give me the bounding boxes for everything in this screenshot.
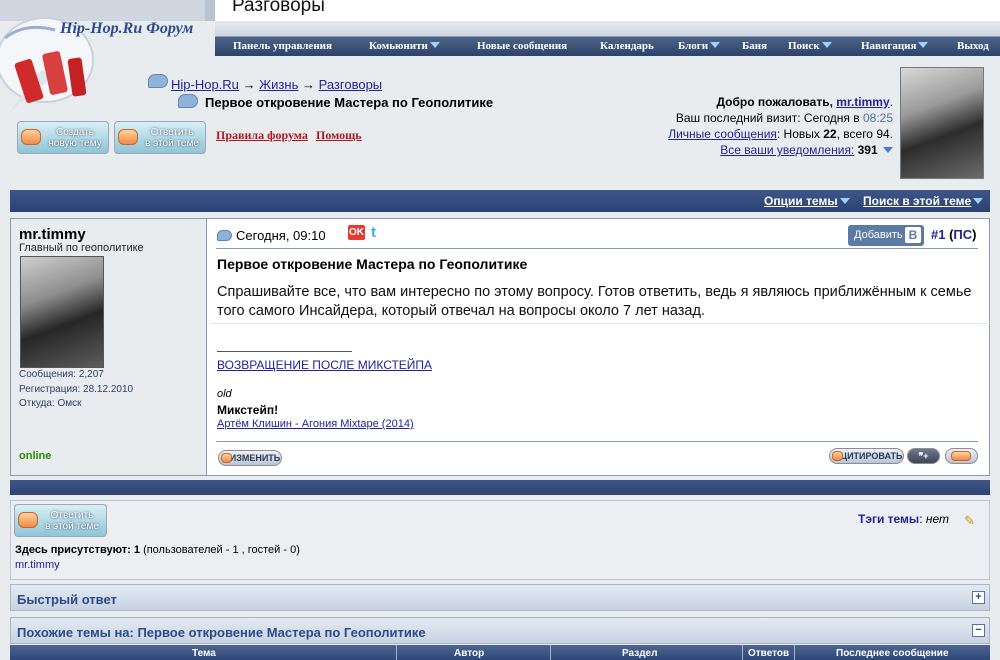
col-topic[interactable]: Тема (192, 648, 216, 659)
present-users: Здесь присутствуют: 1 (пользователей - 1… (15, 544, 300, 556)
chevron-down-icon (839, 198, 850, 204)
nav-navigation[interactable]: Навигация (861, 40, 929, 52)
edit-icon (221, 453, 232, 463)
notifications-link[interactable]: Все ваши уведомления: (720, 143, 854, 157)
post-heading: Первое откровение Мастера по Геополитике (217, 256, 528, 272)
post-author-title: Главный по геополитике (19, 242, 144, 254)
page-heading: Разговоры (232, 0, 325, 16)
thread-tags: Тэги темы: нет (858, 512, 949, 526)
chevron-down-icon[interactable] (883, 147, 893, 153)
expand-icon[interactable]: + (972, 591, 985, 604)
chevron-down-icon (821, 42, 832, 48)
reply-icon (18, 512, 38, 528)
divider (216, 441, 978, 442)
nav-blogs[interactable]: Блоги (678, 40, 721, 52)
breadcrumb: Hip-Hop.Ru → Жизнь → Разговоры (171, 77, 383, 92)
nav-logout[interactable]: Выход (957, 40, 989, 52)
quote-button[interactable]: ЦИТИРОВАТЬ (829, 448, 904, 464)
private-messages-link[interactable]: Личные сообщения (668, 127, 777, 141)
divider (210, 323, 990, 324)
nav-new-posts[interactable]: Новые сообщения (477, 40, 567, 52)
forum-rules-link[interactable]: Правила форума (216, 128, 308, 143)
col-author[interactable]: Автор (454, 648, 484, 659)
thread-icon (178, 94, 198, 108)
quick-reply-title: Быстрый ответ (17, 592, 117, 607)
new-topic-button[interactable]: Создать новую тему (17, 121, 109, 154)
present-user-link[interactable]: mr.timmy (15, 559, 60, 571)
vk-add-button[interactable]: Добавить B (848, 225, 924, 246)
post-author-avatar[interactable] (20, 256, 104, 368)
post-date: Сегодня, 09:10 (236, 228, 326, 243)
odnoklassniki-icon[interactable]: OK (348, 225, 365, 240)
chevron-down-icon (973, 198, 984, 204)
search-thread-link[interactable]: Поиск в этой теме (863, 194, 984, 208)
twitter-icon[interactable]: t (371, 224, 385, 241)
author-registered: Регистрация: 28.12.2010 (19, 384, 134, 395)
signature-link-comeback[interactable]: ВОЗВРАЩЕНИЕ ПОСЛЕ МИКСТЕЙПА (217, 358, 432, 372)
reply-button-bottom[interactable]: Ответить в этой теме (14, 504, 107, 537)
nav-calendar[interactable]: Календарь (600, 40, 654, 52)
navbar-upper (215, 21, 1000, 36)
welcome-username-link[interactable]: mr.timmy (836, 95, 889, 109)
quick-reply-section[interactable]: Быстрый ответ + (10, 584, 990, 611)
chevron-down-icon (429, 42, 440, 48)
welcome-box: Добро пожаловать, mr.timmy. Ваш последни… (668, 95, 893, 157)
thread-footer-panel (10, 500, 990, 580)
nav-banya[interactable]: Баня (742, 40, 767, 52)
breadcrumb-root[interactable]: Hip-Hop.Ru (171, 77, 239, 92)
nav-search[interactable]: Поиск (788, 40, 832, 52)
multi-quote-button[interactable]: ❞+ (907, 448, 940, 464)
forum-icon (148, 74, 168, 88)
post-permalink[interactable]: #1 (931, 227, 945, 242)
tags-link[interactable]: Тэги темы (858, 512, 919, 526)
collapse-icon[interactable]: − (972, 624, 985, 637)
post-body: Спрашивайте все, что вам интересно по эт… (217, 284, 972, 319)
edit-tags-icon[interactable]: ✎ (964, 513, 980, 528)
signature-old: old (217, 388, 232, 400)
nav-control-panel[interactable]: Панель управления (233, 40, 332, 52)
nav-community[interactable]: Комьюнити (369, 40, 440, 52)
help-link[interactable]: Помощь (316, 128, 362, 143)
post-icon (217, 230, 232, 241)
logo-text: Hip-Hop.Ru Форум (60, 20, 194, 37)
breadcrumb-talks[interactable]: Разговоры (319, 77, 383, 92)
chevron-down-icon (918, 42, 929, 48)
signature-mixtape: Микстейп! (217, 403, 279, 417)
thread-options-link[interactable]: Опции темы (764, 194, 850, 208)
reply-icon (118, 129, 138, 145)
signature-divider (217, 351, 352, 352)
online-status: online (19, 450, 52, 462)
post-bottom-bar (10, 480, 990, 495)
navbar: Панель управления Комьюнити Новые сообще… (215, 36, 1000, 56)
similar-threads-section[interactable]: Похожие темы на: Первое откровение Масте… (10, 617, 990, 644)
col-section[interactable]: Раздел (622, 648, 657, 659)
breadcrumb-life[interactable]: Жизнь (259, 77, 298, 92)
avatar[interactable] (900, 67, 984, 179)
similar-threads-title: Похожие темы на: Первое откровение Масте… (17, 625, 426, 640)
thread-options-bar: Опции темы Поиск в этой теме (10, 190, 990, 212)
post-number: #1 (ПС) (931, 227, 977, 242)
quick-reply-button[interactable] (945, 448, 978, 464)
similar-threads-table-header: Тема Автор Раздел Ответов Последнее сооб… (10, 645, 990, 660)
col-replies[interactable]: Ответов (748, 648, 789, 659)
thread-title: Первое откровение Мастера по Геополитике (205, 95, 494, 110)
quick-reply-icon (951, 451, 971, 461)
edit-button[interactable]: ИЗМЕНИТЬ (218, 450, 282, 466)
post-ps-link[interactable]: ПС (953, 227, 972, 242)
chevron-down-icon (710, 42, 721, 48)
new-topic-icon (21, 129, 41, 145)
quote-icon (832, 451, 843, 461)
reply-button[interactable]: Ответить в этой теме (114, 121, 206, 154)
divider (216, 248, 978, 249)
author-messages: Сообщения: 2,207 (19, 369, 104, 380)
signature-link-mixtape[interactable]: Артём Клишин - Агония Mixtape (2014) (217, 418, 414, 430)
vk-icon: B (905, 227, 921, 243)
post-author-name[interactable]: mr.timmy (19, 226, 86, 243)
quote-plus-icon: ❞+ (918, 451, 929, 461)
author-location: Откуда: Омск (19, 398, 82, 409)
col-last-post[interactable]: Последнее сообщение (836, 648, 949, 659)
